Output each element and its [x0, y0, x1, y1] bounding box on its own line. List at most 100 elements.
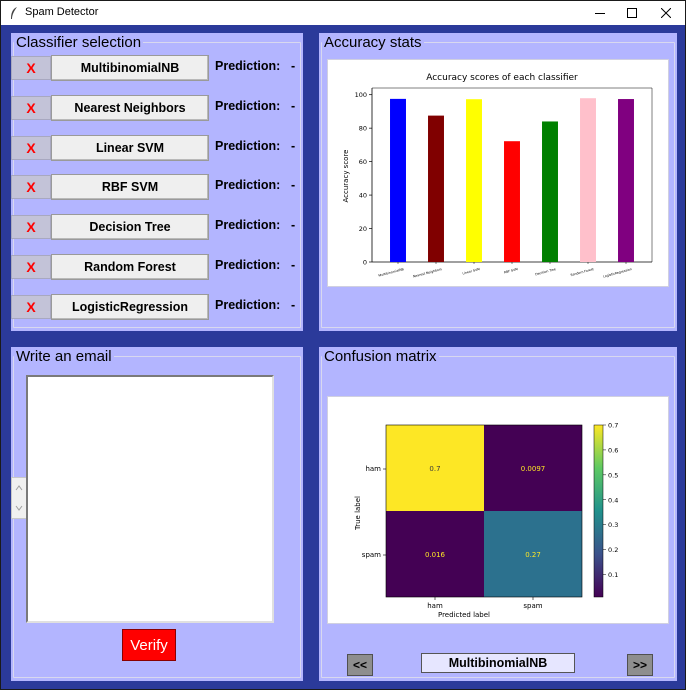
accuracy-bar — [428, 115, 444, 262]
classifier-row: X LogisticRegression Prediction: - — [11, 293, 303, 320]
minimize-button[interactable] — [583, 1, 617, 25]
x-tick-label: Decision Tree — [535, 267, 557, 276]
current-model-label: MultibinomialNB — [421, 653, 575, 673]
classifier-selection-title: Classifier selection — [14, 34, 144, 51]
classifier-button[interactable]: Decision Tree — [51, 214, 209, 241]
classifier-row: X Decision Tree Prediction: - — [11, 214, 303, 241]
y-category-label: ham — [365, 465, 381, 473]
classifier-row: X MultibinomialNB Prediction: - — [11, 55, 303, 81]
matrix-cell-value: 0.27 — [525, 551, 541, 559]
classifier-button[interactable]: LogisticRegression — [51, 293, 209, 320]
prediction-value: - — [291, 178, 296, 193]
remove-classifier-button[interactable]: X — [11, 255, 51, 279]
scroll-arrows-icon — [15, 485, 23, 511]
colorbar-tick-label: 0.3 — [608, 521, 618, 529]
prediction-value: - — [291, 218, 296, 233]
x-tick-label: Linear SVM — [462, 267, 481, 276]
accuracy-bar — [618, 99, 634, 262]
remove-classifier-button[interactable]: X — [11, 175, 51, 200]
prediction-label: Prediction: — [215, 297, 281, 312]
app-window: Spam Detector Classifier selection X Mult… — [0, 0, 686, 690]
accuracy-chart-card: Accuracy scores of each classifier Accur… — [327, 59, 669, 287]
accuracy-bar — [580, 98, 596, 262]
confusion-matrix-card: True label Predicted label 0.7 0.0097 0.01… — [327, 396, 669, 624]
classifier-button[interactable]: Nearest Neighbors — [51, 94, 209, 121]
feather-icon — [11, 7, 17, 19]
classifier-row: X Random Forest Prediction: - — [11, 254, 303, 280]
prediction-label: Prediction: — [215, 98, 281, 113]
confusion-x-axis-label: Predicted label — [438, 611, 490, 619]
x-category-label: ham — [427, 602, 443, 610]
y-tick-label: 100 — [355, 91, 367, 99]
previous-model-button[interactable]: << — [347, 654, 373, 676]
y-tick-label: 60 — [359, 158, 367, 166]
y-tick-label: 40 — [359, 192, 367, 200]
colorbar-tick-label: 0.5 — [608, 471, 618, 479]
colorbar-tick-label: 0.4 — [608, 496, 618, 504]
minimize-icon — [595, 13, 605, 14]
confusion-matrix-panel: Confusion matrix True label Predicted la… — [319, 347, 677, 681]
colorbar-tick-label: 0.6 — [608, 446, 618, 454]
confusion-matrix-marks: 0.7 0.0097 0.016 0.27 ham spam ham spam 0.1 0.2 0.… — [362, 422, 619, 611]
confusion-matrix-heatmap: True label Predicted label 0.7 0.0097 0.01… — [354, 422, 619, 620]
email-scrollbar[interactable] — [11, 477, 27, 519]
confusion-y-axis-label: True label — [354, 496, 362, 531]
accuracy-chart-marks: 0 20 40 60 80 100 MultibinomialNB Nearest Neigh… — [355, 87, 653, 279]
prediction-label: Prediction: — [215, 178, 281, 193]
verify-button[interactable]: Verify — [122, 629, 176, 661]
main-content: Classifier selection X MultibinomialNB Pre… — [3, 25, 685, 689]
prediction-value: - — [291, 297, 296, 312]
matrix-cell-value: 0.7 — [429, 465, 440, 473]
accuracy-chart-title: Accuracy scores of each classifier — [426, 73, 578, 83]
classifier-button[interactable]: RBF SVM — [51, 174, 209, 201]
colorbar-tick-label: 0.2 — [608, 546, 618, 554]
close-button[interactable] — [649, 1, 683, 25]
classifier-button[interactable]: Linear SVM — [51, 134, 209, 161]
y-category-label: spam — [362, 551, 381, 559]
remove-classifier-button[interactable]: X — [11, 56, 51, 80]
next-model-button[interactable]: >> — [627, 654, 653, 676]
classifier-row: X Linear SVM Prediction: - — [11, 134, 303, 161]
prediction-value: - — [291, 258, 296, 272]
prediction-value: - — [291, 98, 296, 113]
prediction-value: - — [291, 59, 296, 73]
classifier-row: X Nearest Neighbors Prediction: - — [11, 94, 303, 121]
accuracy-y-axis-label: Accuracy score — [342, 150, 350, 203]
prediction-value: - — [291, 138, 296, 153]
accuracy-bar — [390, 98, 406, 262]
prediction-label: Prediction: — [215, 138, 281, 153]
email-textarea[interactable] — [26, 375, 274, 623]
accuracy-bar — [542, 121, 558, 262]
classifier-row: X RBF SVM Prediction: - — [11, 174, 303, 201]
x-tick-label: Nearest Neighbors — [413, 267, 443, 279]
x-tick-label: Random Forest — [570, 267, 595, 277]
x-tick-label: LogisticRegression — [603, 267, 633, 279]
title-bar: Spam Detector — [1, 1, 685, 25]
maximize-button[interactable] — [615, 1, 649, 25]
remove-classifier-button[interactable]: X — [11, 135, 51, 160]
x-tick-label: RBF SVM — [504, 267, 519, 275]
accuracy-stats-panel: Accuracy stats Accuracy scores of each c… — [319, 33, 677, 331]
matrix-cell-value: 0.016 — [425, 551, 446, 559]
accuracy-stats-title: Accuracy stats — [322, 34, 424, 51]
colorbar-tick-label: 0.1 — [608, 571, 618, 579]
prediction-label: Prediction: — [215, 218, 281, 233]
accuracy-bar-chart: Accuracy scores of each classifier Accur… — [342, 73, 653, 279]
accuracy-bar — [504, 141, 520, 262]
close-icon — [661, 8, 671, 18]
remove-classifier-button[interactable]: X — [11, 215, 51, 240]
remove-classifier-button[interactable]: X — [11, 95, 51, 120]
y-tick-label: 20 — [359, 225, 367, 233]
maximize-icon — [627, 8, 637, 18]
remove-classifier-button[interactable]: X — [11, 294, 51, 319]
classifier-button[interactable]: MultibinomialNB — [51, 55, 209, 81]
email-panel: Write an email Verify — [11, 347, 303, 681]
email-panel-title: Write an email — [14, 348, 114, 365]
classifier-selection-panel: Classifier selection X MultibinomialNB Pre… — [11, 33, 303, 331]
confusion-matrix-title: Confusion matrix — [322, 348, 439, 365]
classifier-button[interactable]: Random Forest — [51, 254, 209, 280]
window-title: Spam Detector — [25, 6, 99, 18]
colorbar-tick-label: 0.7 — [608, 422, 618, 430]
y-tick-label: 0 — [363, 259, 367, 267]
prediction-label: Prediction: — [215, 59, 281, 73]
